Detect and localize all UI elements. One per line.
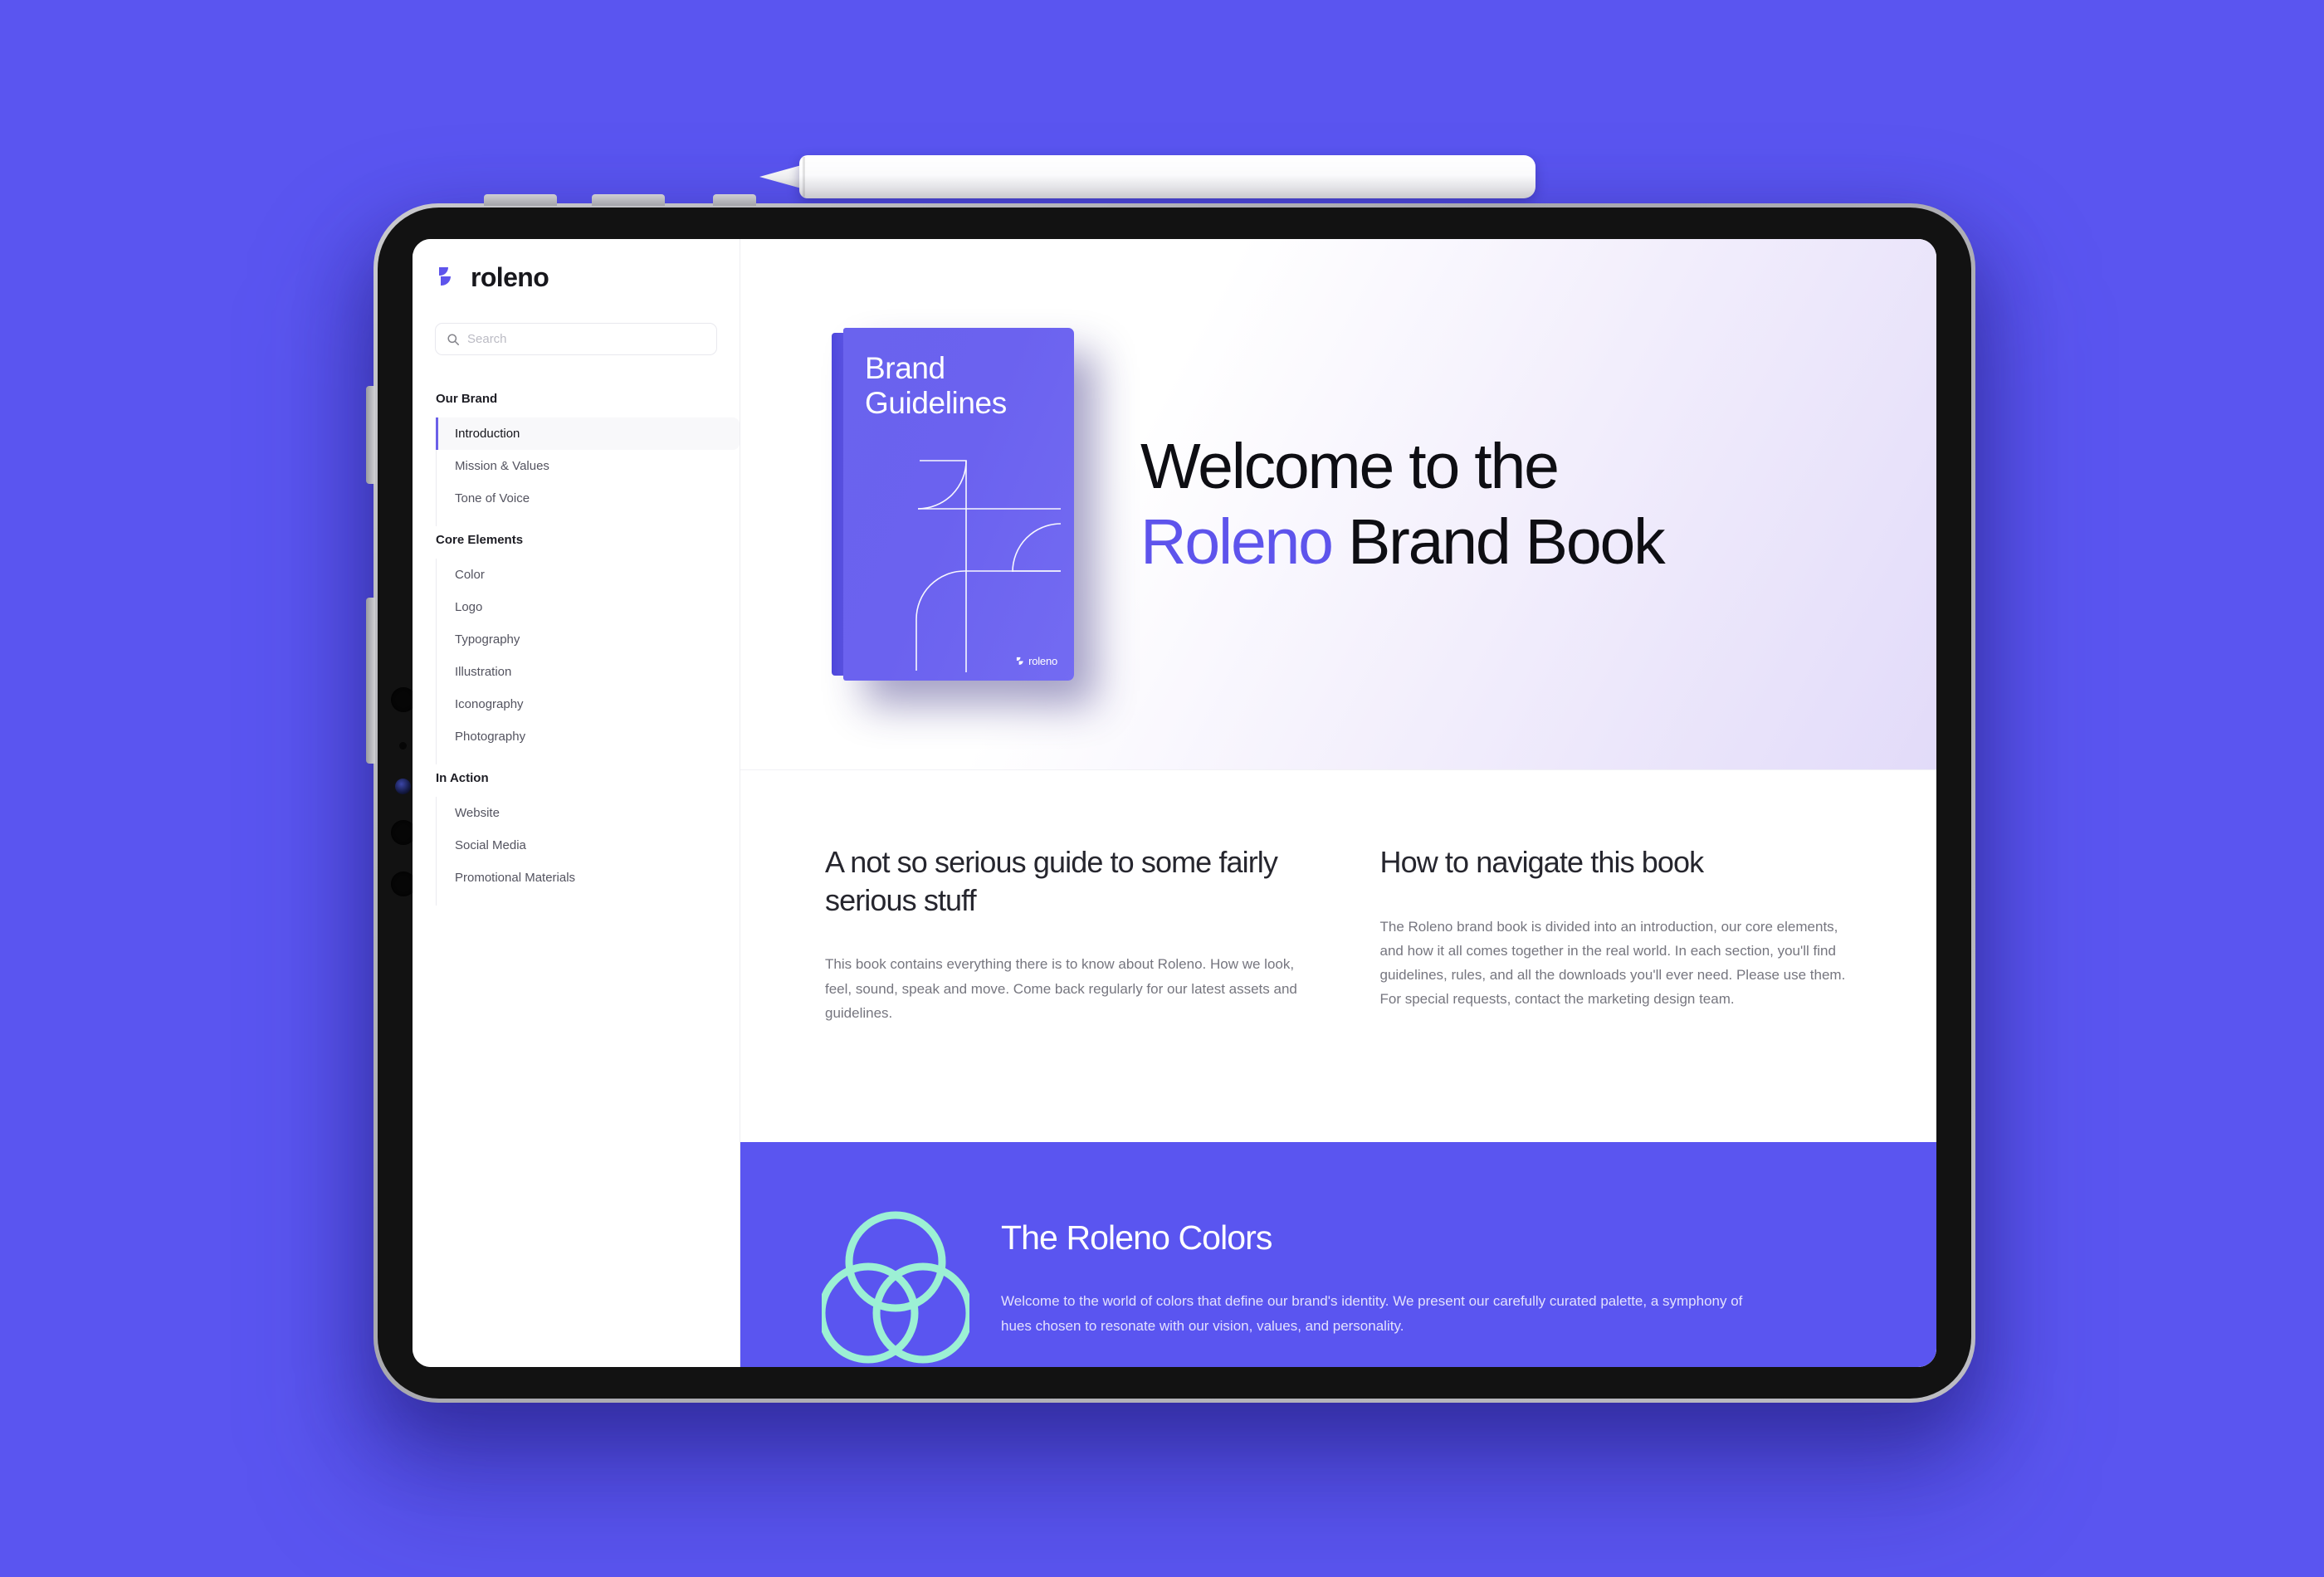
- sidebar-item-website[interactable]: Website: [437, 797, 740, 829]
- tablet-device: roleno Our Brand IntroductionMission & Va…: [366, 194, 1975, 1403]
- sidebar-item-iconography[interactable]: Iconography: [437, 688, 740, 720]
- sidebar-item-color[interactable]: Color: [437, 559, 740, 591]
- nav-item-list: Introduction Mission & Values Tone of Voic…: [436, 417, 740, 526]
- nav-group: Core Elements Color Logo Typography Illustra…: [413, 533, 740, 764]
- nav-group-title: Our Brand: [436, 392, 498, 406]
- banner-title: The Roleno Colors: [1001, 1218, 1272, 1257]
- info-column: How to navigate this book The Roleno bra…: [1380, 843, 1854, 1142]
- banner-body: Welcome to the world of colors that defi…: [1001, 1293, 1743, 1334]
- nav-group-title: Core Elements: [436, 533, 524, 547]
- info-body: The Roleno brand book is divided into an…: [1379, 918, 1846, 1008]
- sidebar-item-tone-of-voice[interactable]: Tone of Voice: [437, 482, 740, 515]
- banner-text-block: The Roleno Colors Welcome to the world o…: [1001, 1199, 1862, 1338]
- volume-down-button[interactable]: [592, 194, 665, 206]
- tablet-bezel: roleno Our Brand IntroductionMission & Va…: [366, 194, 1971, 1399]
- roleno-logo-mark: [439, 267, 451, 286]
- sidebar-item-photography[interactable]: Photography: [437, 720, 740, 753]
- power-button[interactable]: [713, 194, 756, 206]
- sidebar-item-typography[interactable]: Typography: [437, 623, 740, 656]
- sidebar-item-logo[interactable]: Logo: [437, 591, 740, 623]
- info-heading: A not so serious guide to some fairly se…: [825, 845, 1278, 917]
- stylus-body: [799, 155, 1536, 198]
- book-title-line2: Guidelines: [865, 386, 1007, 421]
- nav-group: In Action Website Social Media Promotional …: [413, 771, 740, 906]
- sidebar-item-social-media[interactable]: Social Media: [437, 829, 740, 862]
- search-box[interactable]: [435, 323, 717, 355]
- brand-guidelines-book-mockup: Brand Guidelines roleno: [832, 328, 1074, 681]
- book-cover-abstract-graphic: [915, 460, 1062, 672]
- info-heading: How to navigate this book: [1379, 845, 1705, 879]
- sidebar-item-illustration[interactable]: Illustration: [437, 656, 740, 688]
- book-logo-text: roleno: [1028, 655, 1057, 667]
- info-body: This book contains everything there is t…: [825, 956, 1297, 1021]
- hero-heading-line1: Welcome to the: [1140, 430, 1560, 502]
- scene-background: roleno Our Brand IntroductionMission & Va…: [0, 0, 2324, 1577]
- logo-wordmark: roleno: [471, 262, 549, 292]
- info-column: A not so serious guide to some fairly se…: [825, 843, 1299, 1142]
- hero-heading-rest: Brand Book: [1331, 505, 1666, 578]
- nav-item-list: Website Social Media Promotional Materials: [436, 797, 740, 906]
- sidebar-item-mission-values[interactable]: Mission & Values: [437, 450, 740, 482]
- search-input[interactable]: [467, 332, 706, 346]
- book-cover-title: Brand Guidelines: [865, 351, 1007, 421]
- search-icon: [447, 333, 459, 345]
- volume-up-button[interactable]: [484, 194, 557, 206]
- sidebar-nav: Our Brand Introduction Mission & Values Ton…: [413, 392, 740, 906]
- page-title: Welcome to the Roleno Brand Book: [1140, 429, 1666, 580]
- tablet-screen: roleno Our Brand IntroductionMission & Va…: [413, 239, 1936, 1367]
- book-title-line1: Brand: [865, 351, 945, 385]
- nav-group: Our Brand Introduction Mission & Values Ton…: [413, 392, 740, 526]
- nav-group-title: In Action: [436, 771, 489, 785]
- sidebar-item-promotional-materials[interactable]: Promotional Materials: [437, 862, 740, 894]
- hero-heading-accent: Roleno: [1140, 505, 1334, 578]
- sidebar-item-introduction[interactable]: Introduction: [436, 417, 740, 450]
- main-content: Brand Guidelines roleno Welcome to the R…: [740, 239, 1936, 1367]
- roleno-logo-mark: [1016, 657, 1023, 665]
- roleno-colors-banner[interactable]: The Roleno Colors Welcome to the world o…: [740, 1142, 1936, 1367]
- side-antenna-strip: [366, 386, 375, 484]
- stylus-seam: [803, 157, 805, 197]
- book-cover: Brand Guidelines roleno: [843, 328, 1074, 681]
- flash-sensor: [395, 779, 411, 794]
- info-section: A not so serious guide to some fairly se…: [740, 770, 1936, 1142]
- sidebar: roleno Our Brand IntroductionMission & Va…: [413, 239, 740, 1367]
- stylus-pen[interactable]: [759, 155, 1536, 198]
- book-cover-logo: roleno: [1016, 655, 1057, 667]
- stylus-tip: [759, 164, 804, 189]
- ambient-light-sensor: [399, 742, 407, 749]
- brand-logo[interactable]: roleno: [413, 262, 740, 293]
- hero-section: Brand Guidelines roleno Welcome to the R…: [740, 239, 1936, 770]
- side-antenna-strip: [366, 598, 375, 764]
- nav-item-list: Color Logo Typography Illustration Iconograp…: [436, 559, 740, 764]
- three-overlapping-circles-icon: [822, 1211, 969, 1364]
